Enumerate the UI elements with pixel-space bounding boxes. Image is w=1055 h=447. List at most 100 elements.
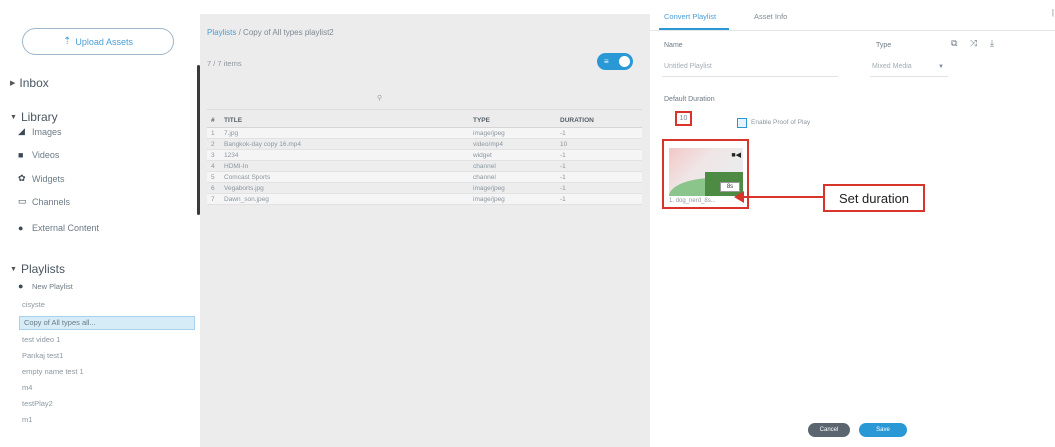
- playlist-item[interactable]: test video 1: [22, 335, 60, 344]
- cell-num: 4: [211, 162, 215, 170]
- video-icon: ■: [18, 150, 24, 160]
- save-button[interactable]: Save: [859, 423, 907, 437]
- cell-num: 2: [211, 140, 215, 148]
- cell-duration: -1: [560, 173, 566, 181]
- column-header-num[interactable]: #: [207, 117, 220, 124]
- caret-down-icon: ▼: [10, 265, 17, 273]
- cell-duration: -1: [560, 184, 566, 192]
- edge-marker: |: [1051, 8, 1054, 17]
- search-icon: ⚲: [377, 95, 383, 102]
- caret-down-icon: ▼: [10, 113, 17, 121]
- copy-icon[interactable]: ⧉: [951, 38, 957, 49]
- column-header-type[interactable]: TYPE: [469, 117, 556, 124]
- cell-type: image/jpeg: [473, 129, 505, 137]
- upload-icon: ⇡: [63, 36, 72, 47]
- annotation-arrow-line: [737, 196, 823, 198]
- new-playlist-button[interactable]: ● New Playlist: [18, 281, 73, 291]
- cell-title: 7.jpg: [224, 129, 239, 137]
- sidebar: ⇡ Upload Assets ▶ Inbox ▼ Library ◢ Imag…: [0, 0, 200, 447]
- annotation-arrow-head: [734, 191, 744, 203]
- table-row[interactable]: 6 Vegaborts.jpg image/jpeg -1: [207, 183, 642, 194]
- name-input-underline: [662, 76, 838, 77]
- table-row[interactable]: 3 1234 widget -1: [207, 150, 642, 161]
- playlist-item[interactable]: m4: [22, 383, 32, 392]
- asset-thumbnail-image: ■◀ 8s: [669, 148, 743, 196]
- cell-duration: -1: [560, 162, 566, 170]
- cell-num: 3: [211, 151, 215, 159]
- tab-asset-info[interactable]: Asset Info: [754, 12, 787, 21]
- breadcrumb-playlists-link[interactable]: Playlists: [207, 28, 236, 37]
- playlist-table: # TITLE TYPE DURATION 1 7.jpg image/jpeg…: [207, 114, 642, 205]
- default-duration-input[interactable]: 10: [675, 111, 692, 126]
- cell-title: HDMI-In: [224, 162, 249, 170]
- cell-num: 1: [211, 129, 215, 137]
- cell-duration: 10: [560, 140, 568, 148]
- enable-proof-label: Enable Proof of Play: [751, 119, 811, 126]
- playlist-item[interactable]: Pankaj test1: [22, 351, 63, 360]
- table-row[interactable]: 2 Bangkok-day copy 16.mp4 video/mp4 10: [207, 139, 642, 150]
- library-item-external-content[interactable]: ● External Content: [18, 223, 99, 233]
- breadcrumb-separator: /: [238, 28, 241, 37]
- playlist-item-active[interactable]: Copy of All types all...: [19, 316, 195, 330]
- view-toggle[interactable]: ≡: [597, 53, 633, 70]
- playlist-item[interactable]: m1: [22, 415, 32, 424]
- shuffle-icon[interactable]: ⤨: [970, 38, 977, 49]
- breadcrumb-current: Copy of All types playlist2: [243, 28, 334, 37]
- table-row[interactable]: 5 Comcast Sports channel -1: [207, 172, 642, 183]
- playlist-item[interactable]: testPlay2: [22, 399, 53, 408]
- table-row[interactable]: 7 Dawn_son.jpeg image/jpeg -1: [207, 194, 642, 205]
- cell-title: Vegaborts.jpg: [224, 184, 264, 192]
- column-header-title[interactable]: TITLE: [220, 117, 469, 124]
- cell-type: image/jpeg: [473, 195, 505, 203]
- nav-library[interactable]: ▼ Library: [10, 110, 58, 124]
- toggle-knob: [618, 55, 631, 68]
- default-duration-label: Default Duration: [664, 96, 715, 103]
- table-header: # TITLE TYPE DURATION: [207, 114, 642, 128]
- cancel-button[interactable]: Cancel: [808, 423, 850, 437]
- name-input[interactable]: Untitled Playlist: [664, 63, 712, 70]
- library-item-label: Widgets: [32, 173, 65, 184]
- playlist-item[interactable]: empty name test 1: [22, 367, 84, 376]
- cell-type: channel: [473, 162, 496, 170]
- library-item-label: Channels: [32, 196, 71, 207]
- video-camera-icon: ■◀: [731, 152, 741, 159]
- cell-type: video/mp4: [473, 140, 503, 148]
- nav-playlists[interactable]: ▼ Playlists: [10, 262, 65, 276]
- upload-assets-label: Upload Assets: [75, 36, 133, 47]
- cell-num: 7: [211, 195, 215, 203]
- cell-title: Bangkok-day copy 16.mp4: [224, 140, 301, 148]
- cell-duration: -1: [560, 151, 566, 159]
- tab-convert-playlist[interactable]: Convert Playlist: [664, 12, 716, 21]
- table-row[interactable]: 4 HDMI-In channel -1: [207, 161, 642, 172]
- library-item-widgets[interactable]: ✿ Widgets: [18, 173, 65, 184]
- items-count: 7 / 7 items: [207, 59, 242, 68]
- nav-library-label: Library: [20, 110, 58, 124]
- nav-playlists-label: Playlists: [20, 262, 65, 276]
- library-item-label: External Content: [32, 223, 100, 233]
- app-root: ⇡ Upload Assets ▶ Inbox ▼ Library ◢ Imag…: [0, 0, 1055, 447]
- search-input[interactable]: ⚲: [207, 88, 642, 110]
- new-playlist-label: New Playlist: [32, 281, 73, 291]
- type-label: Type: [876, 42, 892, 49]
- cell-type: image/jpeg: [473, 184, 505, 192]
- column-header-duration[interactable]: DURATION: [556, 117, 642, 124]
- cell-num: 6: [211, 184, 215, 192]
- download-icon[interactable]: ⤓: [990, 38, 994, 49]
- chevron-down-icon: ▼: [938, 64, 944, 70]
- playlist-item[interactable]: cisyste: [22, 300, 45, 309]
- cell-title: Dawn_son.jpeg: [224, 195, 269, 203]
- nav-inbox[interactable]: ▶ Inbox: [10, 76, 49, 90]
- type-select[interactable]: Mixed Media: [872, 63, 912, 70]
- library-item-label: Videos: [32, 150, 60, 160]
- cell-title: Comcast Sports: [224, 173, 271, 181]
- enable-proof-checkbox[interactable]: [737, 118, 747, 128]
- library-item-images[interactable]: ◢ Images: [18, 126, 62, 137]
- upload-assets-button[interactable]: ⇡ Upload Assets: [22, 28, 174, 55]
- cell-duration: -1: [560, 195, 566, 203]
- tabs-divider: [650, 30, 1055, 31]
- library-item-videos[interactable]: ■ Videos: [18, 150, 59, 160]
- table-row[interactable]: 1 7.jpg image/jpeg -1: [207, 128, 642, 139]
- list-view-icon: ≡: [604, 56, 609, 66]
- caret-right-icon: ▶: [10, 80, 16, 87]
- library-item-channels[interactable]: ▭ Channels: [18, 196, 70, 207]
